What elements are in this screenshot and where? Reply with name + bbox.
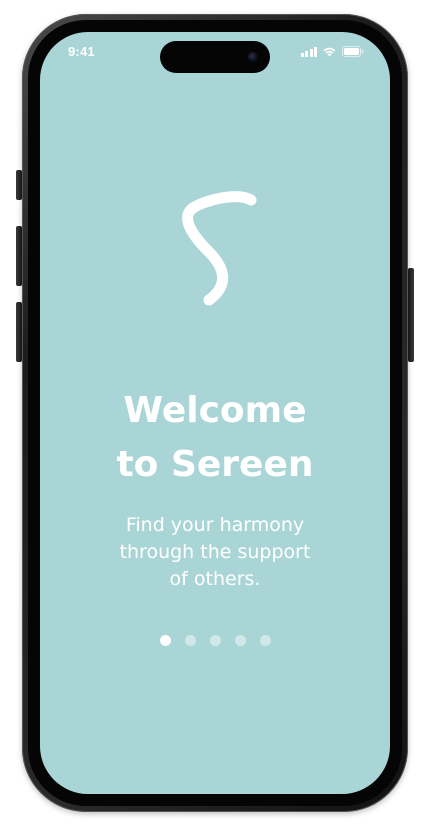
page-dot-4[interactable] (234, 635, 246, 646)
page-dot-5[interactable] (259, 635, 271, 646)
power-button (408, 268, 414, 362)
front-camera-icon (248, 52, 258, 62)
status-icons (300, 46, 365, 57)
dynamic-island (160, 41, 270, 73)
welcome-title: Welcome to Sereen (116, 390, 314, 485)
signal-icon (300, 46, 317, 57)
page-indicator[interactable] (40, 635, 390, 646)
page-dot-3[interactable] (209, 635, 221, 646)
phone-frame: 9:41 Welcome to Sereen Find your harmony… (22, 14, 408, 812)
onboarding-screen[interactable]: 9:41 Welcome to Sereen Find your harmony… (40, 32, 390, 794)
wifi-icon (322, 46, 337, 57)
battery-icon (342, 46, 364, 57)
page-dot-2[interactable] (184, 635, 196, 646)
phone-bezel: 9:41 Welcome to Sereen Find your harmony… (28, 20, 402, 806)
welcome-subtitle: Find your harmony through the support of… (119, 514, 311, 590)
page-dot-1[interactable] (159, 635, 171, 646)
sereen-logo-icon (167, 190, 257, 320)
status-time: 9:41 (68, 44, 95, 59)
device-mockup: 9:41 Welcome to Sereen Find your harmony… (0, 0, 432, 828)
